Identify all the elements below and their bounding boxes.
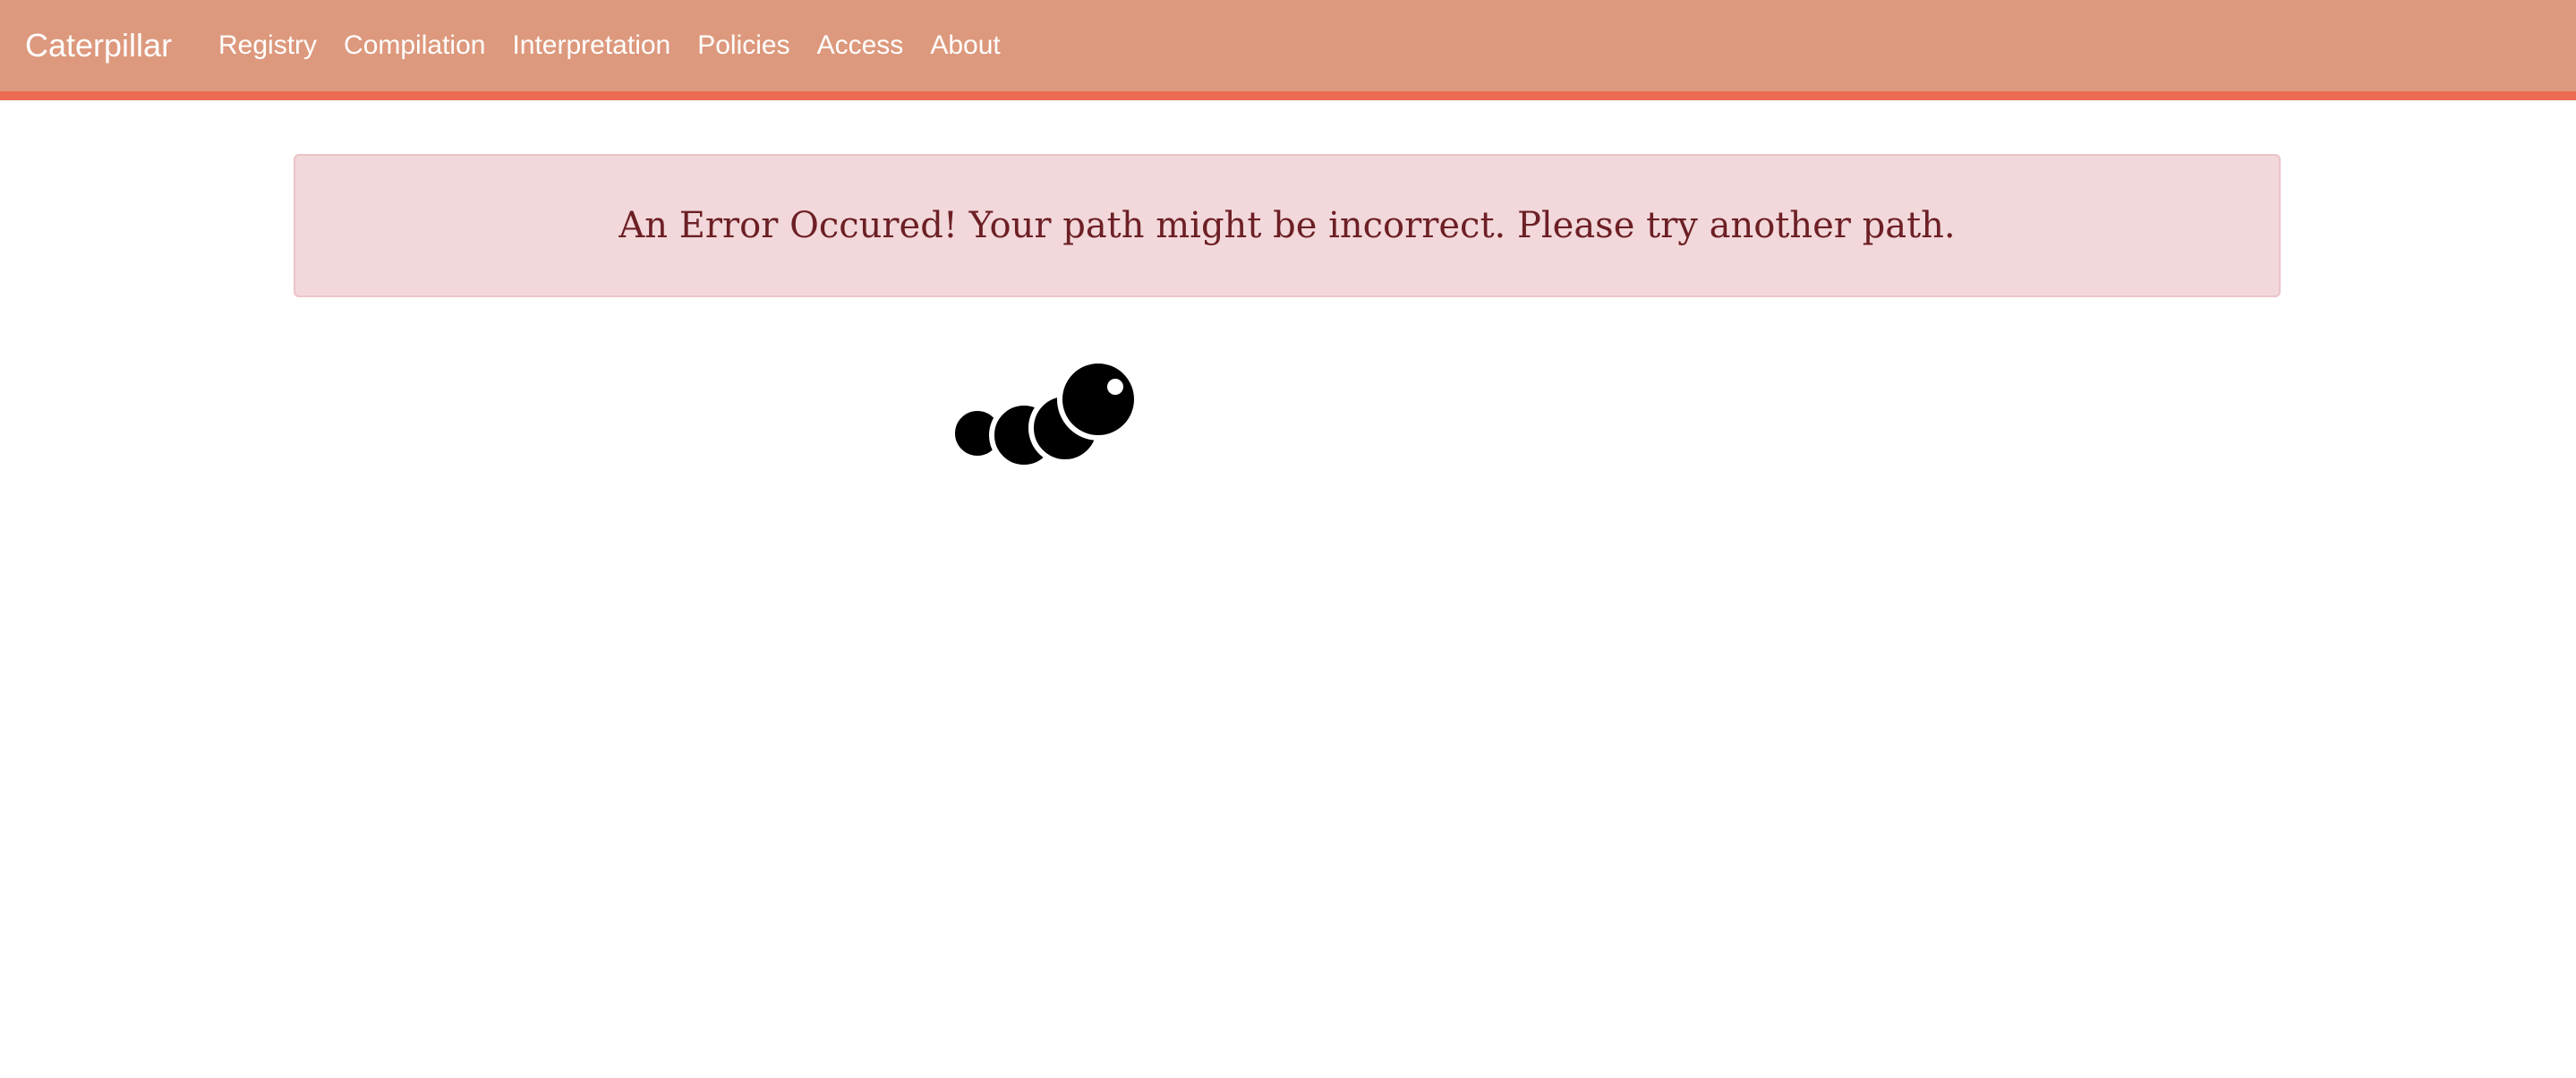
nav-links: Registry Compilation Interpretation Poli… [218,28,1028,64]
brand-link[interactable]: Caterpillar [25,25,172,66]
error-message: An Error Occured! Your path might be inc… [618,205,1956,246]
caterpillar-logo-icon [952,362,1139,470]
top-navbar: Caterpillar Registry Compilation Interpr… [0,0,2576,100]
nav-link-registry[interactable]: Registry [218,28,317,64]
nav-link-access[interactable]: Access [817,28,904,64]
nav-link-policies[interactable]: Policies [697,28,789,64]
nav-link-about[interactable]: About [930,28,1000,64]
logo-eye [1107,379,1123,395]
nav-link-compilation[interactable]: Compilation [344,28,485,64]
logo-head [1057,362,1139,441]
nav-link-interpretation[interactable]: Interpretation [512,28,670,64]
error-alert: An Error Occured! Your path might be inc… [294,154,2281,297]
